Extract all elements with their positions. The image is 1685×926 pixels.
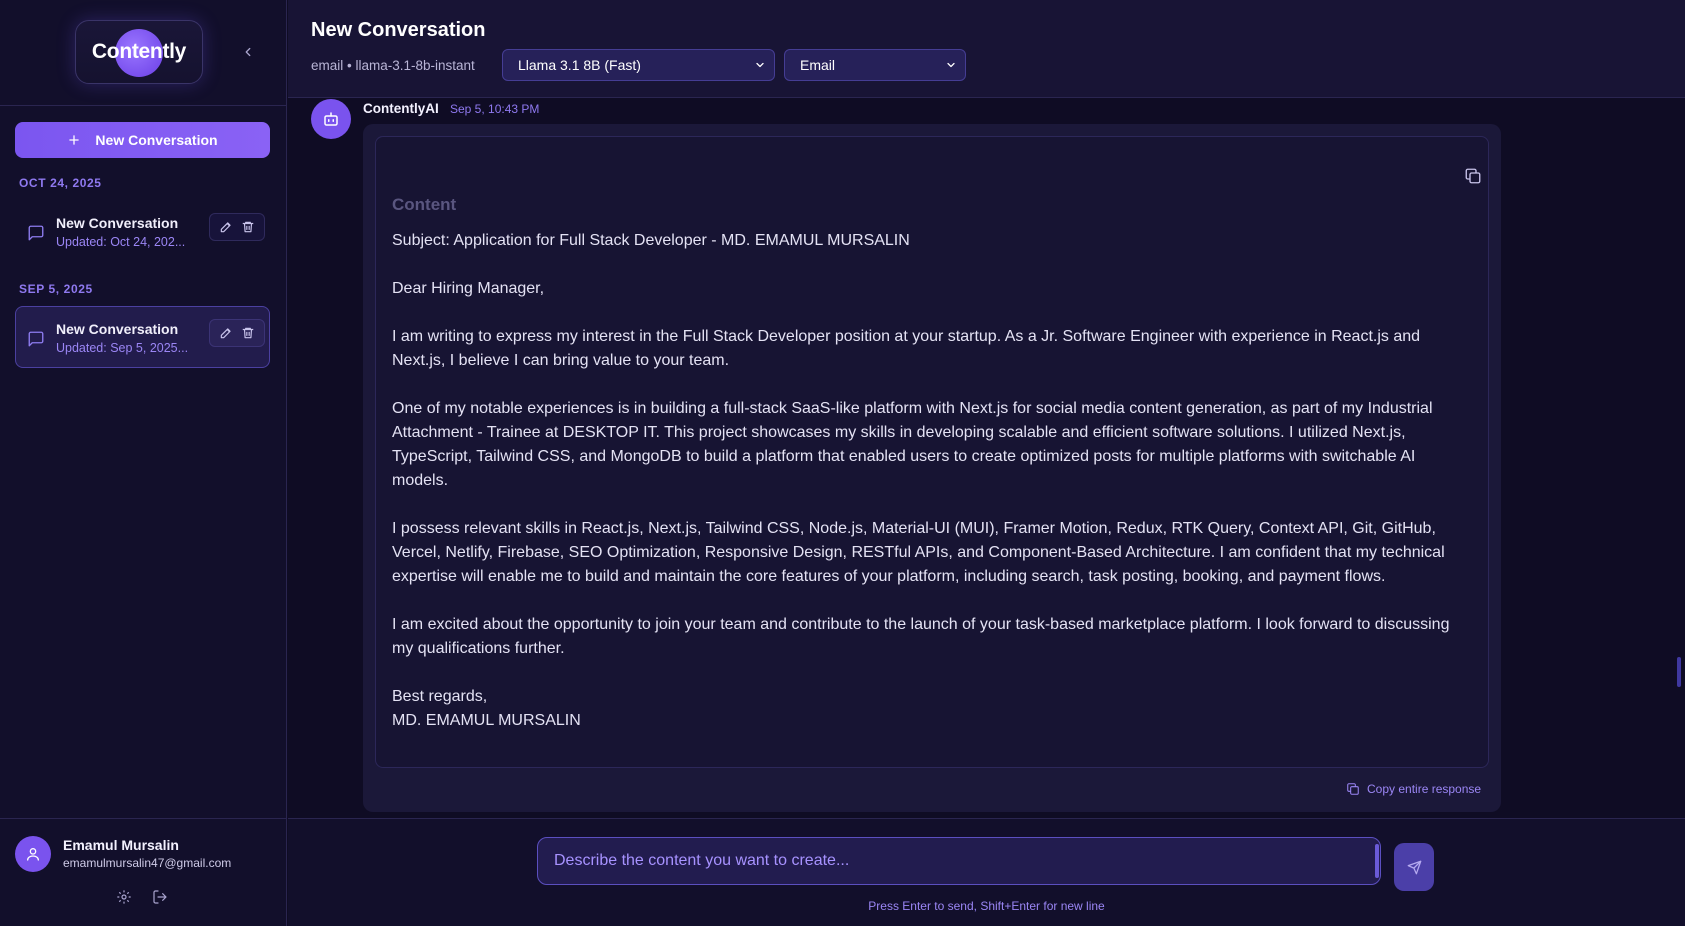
- user-email: emamulmursalin47@gmail.com: [63, 856, 232, 870]
- composer: Press Enter to send, Shift+Enter for new…: [288, 818, 1685, 926]
- date-group-label: SEP 5, 2025: [19, 282, 93, 296]
- collapse-sidebar-button[interactable]: [238, 42, 258, 62]
- conversation-item[interactable]: New Conversation Updated: Oct 24, 202...: [15, 200, 270, 262]
- prompt-input[interactable]: [537, 837, 1381, 885]
- copy-entire-response-button[interactable]: Copy entire response: [1346, 782, 1481, 796]
- input-scrollbar[interactable]: [1375, 844, 1379, 878]
- user-panel: Emamul Mursalin emamulmursalin47@gmail.c…: [0, 818, 287, 926]
- message-square-icon: [28, 225, 44, 241]
- message-card: Content Subject: Application for Full St…: [363, 124, 1501, 812]
- paragraph: Subject: Application for Full Stack Deve…: [392, 232, 910, 249]
- model-meta: email • llama-3.1-8b-instant: [311, 58, 475, 73]
- conversation-item-active[interactable]: New Conversation Updated: Sep 5, 2025...: [15, 306, 270, 368]
- sidebar: Contently New Conversation OCT 24, 2025 …: [0, 0, 287, 926]
- conversation-title: New Conversation: [56, 321, 179, 337]
- conversation-updated: Updated: Oct 24, 202...: [56, 235, 186, 249]
- content-type-select-value: Email: [800, 57, 836, 73]
- trash-icon[interactable]: [241, 220, 255, 234]
- send-icon: [1407, 860, 1421, 874]
- copy-icon: [1347, 783, 1359, 795]
- content-type-select[interactable]: Email: [784, 49, 966, 81]
- scrollbar[interactable]: [1677, 657, 1681, 687]
- logo-area: Contently: [0, 0, 286, 106]
- conversation-updated: Updated: Sep 5, 2025...: [56, 341, 189, 355]
- copy-icon[interactable]: [1464, 167, 1482, 185]
- message-content: Subject: Application for Full Stack Deve…: [392, 229, 1472, 733]
- avatar[interactable]: [15, 836, 51, 872]
- paragraph: One of my notable experiences is in buil…: [392, 400, 1433, 489]
- edit-icon[interactable]: [219, 326, 233, 340]
- logo[interactable]: Contently: [75, 20, 203, 84]
- content-box: Content Subject: Application for Full St…: [375, 136, 1489, 768]
- paragraph: I am writing to express my interest in t…: [392, 328, 1421, 369]
- signature: MD. EMAMUL MURSALIN: [392, 712, 581, 729]
- logo-text: Contently: [91, 40, 187, 63]
- bot-icon: [324, 112, 338, 126]
- model-select[interactable]: Llama 3.1 8B (Fast): [502, 49, 775, 81]
- edit-icon[interactable]: [219, 220, 233, 234]
- bot-avatar: [311, 99, 351, 139]
- composer-hint: Press Enter to send, Shift+Enter for new…: [868, 899, 1105, 913]
- trash-icon[interactable]: [241, 326, 255, 340]
- paragraph: I possess relevant skills in React.js, N…: [392, 520, 1445, 585]
- chevron-down-icon: [947, 62, 955, 68]
- chevron-left-icon: [245, 47, 251, 57]
- paragraph: Dear Hiring Manager,: [392, 280, 545, 297]
- conversation-actions: [209, 319, 265, 347]
- copy-entire-response-label: Copy entire response: [1367, 782, 1482, 796]
- content-heading: Content: [392, 195, 457, 214]
- settings-icon[interactable]: [116, 889, 132, 905]
- logout-icon[interactable]: [152, 889, 168, 905]
- chat-header: New Conversation email • llama-3.1-8b-in…: [288, 0, 1685, 98]
- send-button[interactable]: [1394, 843, 1434, 891]
- message-sender: ContentlyAI: [363, 101, 439, 116]
- user-name: Emamul Mursalin: [63, 837, 179, 853]
- page-title: New Conversation: [311, 19, 486, 41]
- message-timestamp: Sep 5, 10:43 PM: [450, 102, 540, 116]
- paragraph: I am excited about the opportunity to jo…: [392, 616, 1450, 657]
- user-icon: [27, 848, 39, 861]
- conversation-actions: [209, 213, 265, 241]
- plus-icon: [69, 135, 80, 145]
- model-select-value: Llama 3.1 8B (Fast): [518, 57, 641, 73]
- conversation-title: New Conversation: [56, 215, 179, 231]
- new-conversation-button[interactable]: New Conversation: [15, 122, 270, 158]
- message-square-icon: [28, 331, 44, 347]
- chevron-down-icon: [756, 62, 764, 68]
- signoff: Best regards,: [392, 688, 488, 705]
- date-group-label: OCT 24, 2025: [19, 176, 102, 190]
- new-conversation-label: New Conversation: [95, 132, 218, 148]
